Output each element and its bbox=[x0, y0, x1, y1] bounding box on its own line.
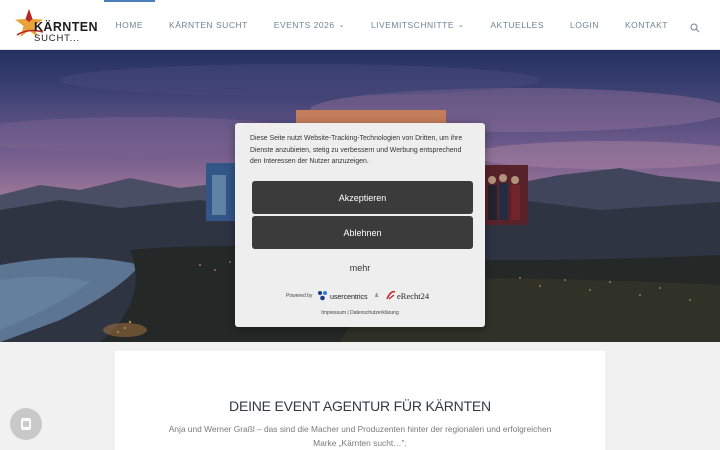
cookie-consent-dialog: Diese Seite nutzt Website-Tracking-Techn… bbox=[235, 123, 485, 327]
page: KÄRNTEN SUCHT... HOME KÄRNTEN SUCHT EVEN… bbox=[0, 0, 720, 450]
privacy-settings-button[interactable] bbox=[10, 408, 42, 440]
legal-links: Impressum | Datenschutzerklärung bbox=[235, 310, 485, 316]
nav-label: LOGIN bbox=[570, 20, 599, 30]
nav-item-kaernten-sucht[interactable]: KÄRNTEN SUCHT bbox=[169, 0, 248, 50]
privacy-settings-icon bbox=[21, 418, 31, 430]
section-text-line1: Anja und Werner Graßl – das sind die Mac… bbox=[168, 424, 552, 434]
site-header: KÄRNTEN SUCHT... HOME KÄRNTEN SUCHT EVEN… bbox=[0, 0, 720, 50]
more-link[interactable]: mehr bbox=[235, 263, 485, 273]
chevron-down-icon: ⌄ bbox=[338, 22, 345, 29]
accept-button[interactable]: Akzeptieren bbox=[252, 181, 473, 214]
logo-text-primary: KÄRNTEN bbox=[34, 20, 98, 34]
erecht24-wordmark: eRecht24 bbox=[397, 291, 430, 301]
nav-label: EVENTS 2026 bbox=[273, 20, 335, 30]
search-icon[interactable] bbox=[690, 20, 700, 33]
powered-by-row: Powered by usercentrics & eRecht24 bbox=[235, 289, 485, 305]
logo-text-secondary: SUCHT... bbox=[34, 33, 80, 44]
nav-label: HOME bbox=[115, 20, 144, 30]
nav-label: LIVEMITSCHNITTE bbox=[370, 20, 455, 30]
consent-message: Diese Seite nutzt Website-Tracking-Techn… bbox=[250, 135, 463, 165]
usercentrics-wordmark: usercentrics bbox=[330, 292, 368, 301]
nav-item-events-2026[interactable]: EVENTS 2026 ⌄ bbox=[274, 0, 345, 50]
main-navigation: HOME KÄRNTEN SUCHT EVENTS 2026 ⌄ LIVEMITS… bbox=[90, 0, 700, 50]
usercentrics-logo-icon bbox=[318, 291, 327, 301]
section-text-line2: Marke „Kärnten sucht…". bbox=[313, 438, 407, 448]
nav-item-livemitschnitte[interactable]: LIVEMITSCHNITTE ⌄ bbox=[371, 0, 464, 50]
ampersand: & bbox=[375, 293, 379, 299]
nav-label: KÄRNTEN SUCHT bbox=[169, 20, 248, 30]
erecht24-logo-icon bbox=[386, 290, 396, 300]
link-separator: | bbox=[347, 310, 349, 316]
nav-item-aktuelles[interactable]: AKTUELLES bbox=[490, 0, 544, 50]
section-title: DEINE EVENT AGENTUR FÜR KÄRNTEN bbox=[229, 398, 491, 414]
datenschutz-link[interactable]: Datenschutzerklärung bbox=[350, 310, 399, 316]
decline-button[interactable]: Ablehnen bbox=[252, 216, 473, 249]
site-logo[interactable]: KÄRNTEN SUCHT... bbox=[14, 8, 98, 44]
nav-label: AKTUELLES bbox=[490, 20, 545, 30]
nav-item-kontakt[interactable]: KONTAKT bbox=[625, 0, 668, 50]
impressum-link[interactable]: Impressum bbox=[321, 310, 346, 316]
nav-label: KONTAKT bbox=[624, 20, 668, 30]
powered-by-label: Powered by bbox=[286, 293, 313, 299]
nav-item-home[interactable]: HOME bbox=[103, 0, 155, 50]
nav-item-login[interactable]: LOGIN bbox=[570, 0, 599, 50]
chevron-down-icon: ⌄ bbox=[458, 22, 465, 29]
